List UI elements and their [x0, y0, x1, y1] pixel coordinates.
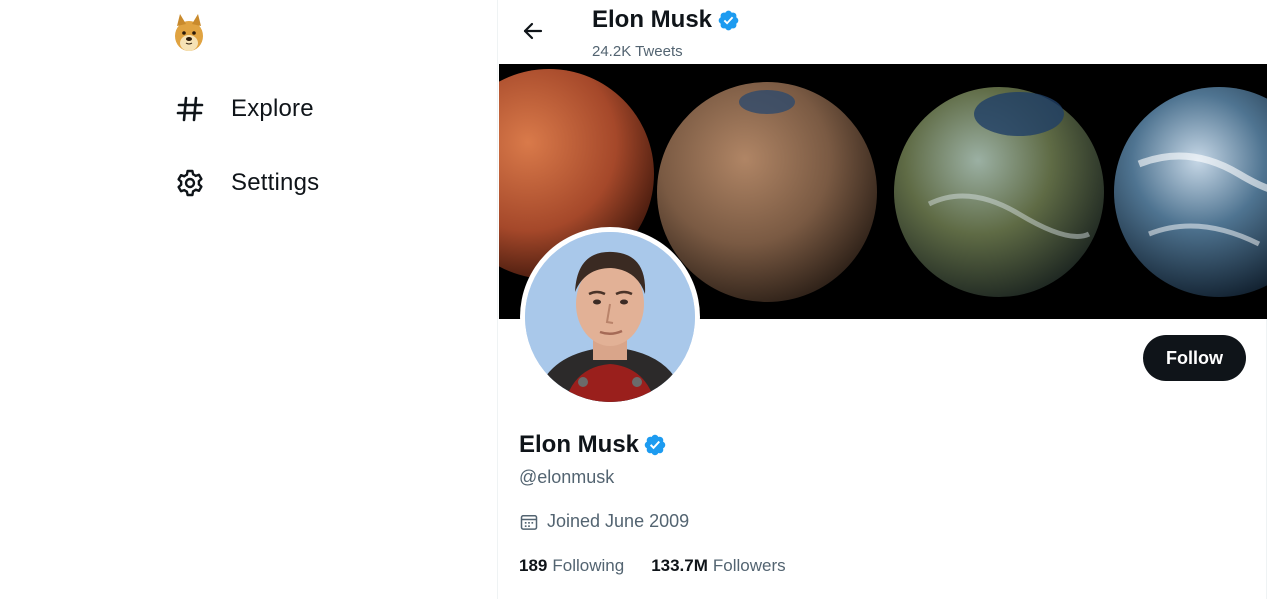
back-arrow-icon — [521, 19, 545, 43]
profile-column: Elon Musk 24.2K Tweets Follow Elon Musk … — [497, 0, 1268, 599]
followers-count: 133.7M — [651, 556, 708, 575]
followers-link[interactable]: 133.7M Followers — [651, 556, 785, 576]
doge-logo-icon[interactable] — [172, 12, 206, 52]
sidebar-item-settings[interactable]: Settings — [166, 157, 327, 209]
follow-stats: 189 Following 133.7M Followers — [519, 556, 786, 576]
header-name-text: Elon Musk — [592, 6, 713, 33]
header-title: Elon Musk — [592, 6, 740, 34]
profile-name: Elon Musk — [519, 431, 667, 459]
following-label: Following — [552, 556, 625, 575]
sidebar-item-label: Explore — [231, 95, 314, 122]
sidebar-item-explore[interactable]: Explore — [166, 83, 322, 135]
avatar-image — [525, 232, 695, 402]
avatar[interactable] — [520, 227, 700, 407]
followers-label: Followers — [712, 556, 786, 575]
tweet-count: 24.2K Tweets — [592, 43, 683, 60]
sidebar-item-label: Settings — [231, 169, 320, 196]
gear-icon — [174, 167, 206, 199]
verified-badge-icon — [717, 9, 740, 32]
following-count: 189 — [519, 556, 548, 575]
hashtag-icon — [174, 93, 206, 125]
joined-date: Joined June 2009 — [519, 511, 689, 532]
calendar-icon — [519, 512, 539, 532]
left-sidebar: Explore Settings — [0, 0, 497, 599]
follow-button[interactable]: Follow — [1143, 335, 1246, 381]
profile-name-text: Elon Musk — [519, 431, 640, 458]
verified-badge-icon — [643, 433, 667, 457]
joined-text: Joined June 2009 — [547, 511, 690, 531]
profile-header: Elon Musk 24.2K Tweets — [498, 0, 1268, 64]
following-link[interactable]: 189 Following — [519, 556, 624, 576]
profile-handle: @elonmusk — [519, 467, 615, 487]
back-button[interactable] — [515, 13, 551, 49]
